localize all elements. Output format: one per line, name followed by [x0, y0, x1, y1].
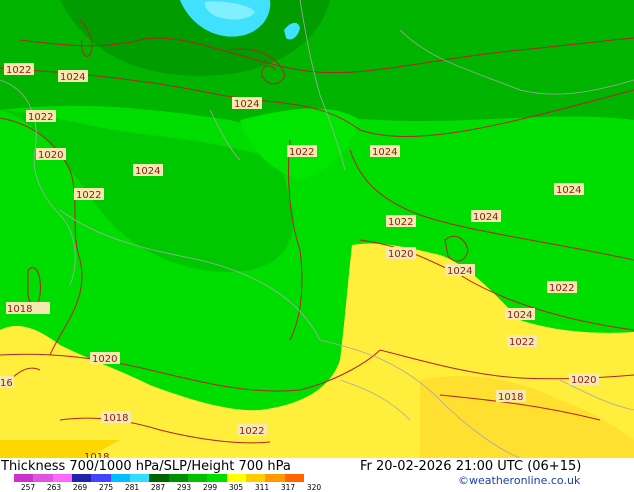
isobar-label: 1024	[554, 183, 584, 196]
color-scale	[14, 474, 304, 482]
svg-text:1024: 1024	[372, 147, 397, 158]
scale-swatch	[52, 474, 72, 482]
isobar-label: 1020	[386, 247, 416, 260]
scale-swatch	[265, 474, 285, 482]
scale-tick-label: 320	[306, 483, 322, 492]
scale-tick-label: 275	[98, 483, 114, 492]
scale-swatch	[129, 474, 150, 482]
scale-tick-label: 311	[254, 483, 270, 492]
isobar-label: 1024	[232, 97, 262, 110]
isobar-label: 1024	[445, 264, 475, 277]
scale-swatch	[207, 474, 227, 482]
svg-text:1022: 1022	[76, 190, 101, 201]
svg-text:1024: 1024	[234, 99, 259, 110]
svg-text:1024: 1024	[473, 212, 498, 223]
isobar-label: 1020	[90, 352, 120, 365]
weather-map: 1022 1024 1022 1024 1020 1024 1022 1022 …	[0, 0, 634, 463]
svg-text:1018: 1018	[7, 304, 32, 315]
isobar-label: 1022	[507, 335, 537, 348]
isobar-label: 1020	[569, 373, 599, 386]
scale-tick-label: 257	[20, 483, 36, 492]
svg-text:1018: 1018	[498, 392, 523, 403]
svg-text:1022: 1022	[289, 147, 314, 158]
scale-swatch	[91, 474, 111, 482]
scale-tick-label: 287	[150, 483, 166, 492]
map-canvas: 1022 1024 1022 1024 1020 1024 1022 1022 …	[0, 0, 634, 463]
svg-text:1024: 1024	[135, 166, 160, 177]
isobar-label: 1024	[58, 70, 88, 83]
scale-tick-label: 269	[72, 483, 88, 492]
scale-tick-label: 305	[228, 483, 244, 492]
credit-link[interactable]: ©weatheronline.co.uk	[458, 474, 580, 487]
isobar-label: 1024	[370, 145, 400, 158]
svg-text:1024: 1024	[447, 266, 472, 277]
svg-text:1024: 1024	[507, 310, 532, 321]
valid-time: Fr 20-02-2026 21:00 UTC (06+15)	[360, 459, 582, 474]
isobar-label: 1018	[496, 390, 526, 403]
scale-swatch	[284, 474, 304, 482]
scale-swatch	[168, 474, 188, 482]
isobar-label: 1024	[471, 210, 501, 223]
scale-swatch	[187, 474, 208, 482]
svg-text:1020: 1020	[38, 150, 63, 161]
scale-swatch	[14, 474, 34, 482]
scale-swatch	[33, 474, 53, 482]
isobar-label: 1022	[386, 215, 416, 228]
map-title: Thickness 700/1000 hPa/SLP/Height 700 hP…	[1, 459, 291, 474]
scale-tick-label: 317	[280, 483, 296, 492]
svg-text:1020: 1020	[571, 375, 596, 386]
scale-tick-label: 263	[46, 483, 62, 492]
isobar-label: 1022	[26, 110, 56, 123]
isobar-label: 1022	[547, 281, 577, 294]
isobar-label: 1022	[4, 63, 34, 76]
svg-text:1024: 1024	[60, 72, 85, 83]
isobar-label: 1022	[74, 188, 104, 201]
isobar-label: 1024	[133, 164, 163, 177]
isobar-label: 1020	[36, 148, 66, 161]
map-footer: Thickness 700/1000 hPa/SLP/Height 700 hP…	[0, 458, 634, 492]
scale-swatch	[149, 474, 169, 482]
svg-text:1022: 1022	[239, 426, 264, 437]
isobar-label: 1018	[101, 411, 131, 424]
isobar-label: 16	[0, 376, 14, 389]
svg-text:16: 16	[0, 378, 13, 389]
svg-text:1022: 1022	[6, 65, 31, 76]
scale-tick-label: 299	[202, 483, 218, 492]
svg-text:1020: 1020	[388, 249, 413, 260]
scale-tick-label: 281	[124, 483, 140, 492]
svg-text:1022: 1022	[509, 337, 534, 348]
scale-swatch	[226, 474, 246, 482]
isobar-label: 1024	[505, 308, 535, 321]
svg-text:1022: 1022	[28, 112, 53, 123]
isobar-label: 1022	[237, 424, 267, 437]
svg-text:1022: 1022	[388, 217, 413, 228]
scale-swatch	[71, 474, 92, 482]
svg-text:1020: 1020	[92, 354, 117, 365]
svg-text:1018: 1018	[103, 413, 128, 424]
scale-swatch	[245, 474, 266, 482]
svg-text:1022: 1022	[549, 283, 574, 294]
svg-text:1024: 1024	[556, 185, 581, 196]
isobar-label: 1018	[6, 302, 50, 315]
isobar-label: 1022	[287, 145, 317, 158]
scale-tick-label: 293	[176, 483, 192, 492]
scale-swatch	[110, 474, 130, 482]
